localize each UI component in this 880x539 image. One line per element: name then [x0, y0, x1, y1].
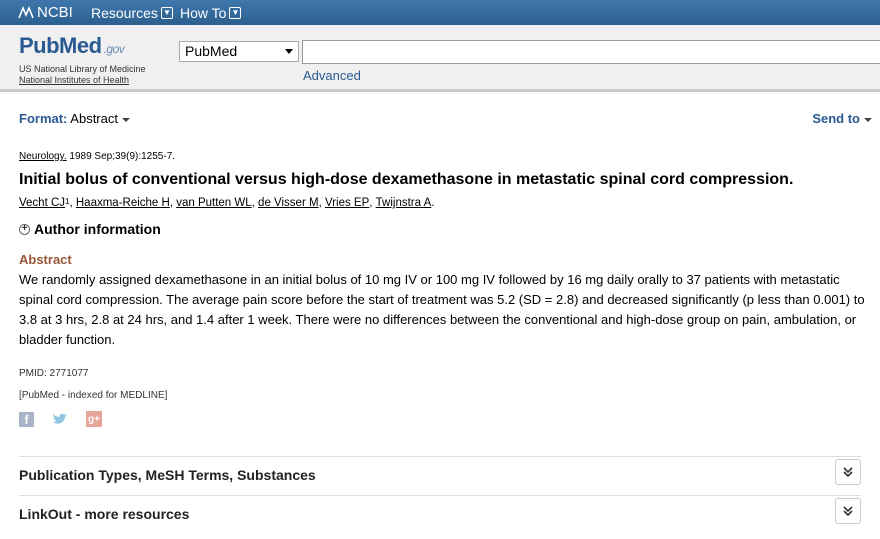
- facebook-glyph: f: [24, 412, 29, 427]
- author-list: Vecht CJ 1, Haaxma-Reiche H, van Putten W…: [19, 197, 435, 209]
- pubmed-logo-text: PubMed: [19, 33, 102, 58]
- chevron-down-icon: ▼: [229, 7, 242, 19]
- chevron-down-icon: ▼: [160, 7, 173, 19]
- expand-section-button[interactable]: [835, 498, 861, 524]
- nih-link[interactable]: National Institutes of Health: [19, 75, 146, 86]
- author-information-toggle[interactable]: + Author information: [19, 221, 161, 237]
- format-selector[interactable]: Format: Abstract: [19, 111, 130, 126]
- double-chevron-down-icon: [843, 506, 853, 517]
- nlm-subtitle: US National Library of Medicine National…: [19, 64, 146, 86]
- send-to-label: Send to: [812, 111, 860, 126]
- expand-section-button[interactable]: [835, 459, 861, 485]
- caret-down-icon: [864, 117, 872, 122]
- facebook-icon[interactable]: f: [19, 411, 34, 427]
- article-title: Initial bolus of conventional versus hig…: [19, 171, 794, 188]
- format-value: Abstract: [70, 111, 118, 126]
- search-input[interactable]: [302, 40, 880, 64]
- pubmed-logo-suffix: .gov: [103, 42, 125, 56]
- linkout-section[interactable]: LinkOut - more resources: [19, 495, 861, 534]
- database-select[interactable]: PubMed: [179, 41, 299, 62]
- twitter-icon[interactable]: [52, 412, 68, 427]
- author-link[interactable]: Vecht CJ: [19, 197, 65, 209]
- ncbi-top-bar: NCBI Resources ▼ How To ▼: [0, 0, 880, 25]
- google-plus-icon[interactable]: g+: [86, 411, 102, 427]
- author-information-label: Author information: [34, 221, 161, 237]
- double-chevron-down-icon: [843, 467, 853, 478]
- google-plus-glyph: g+: [88, 413, 100, 425]
- advanced-search-link[interactable]: Advanced: [303, 68, 361, 83]
- indexing-status: [PubMed - indexed for MEDLINE]: [19, 390, 168, 401]
- database-select-value: PubMed: [185, 43, 238, 59]
- social-share: f g+: [19, 411, 102, 427]
- author-link[interactable]: de Visser M: [258, 197, 319, 209]
- ncbi-logo-icon: [18, 5, 34, 18]
- nav-resources[interactable]: Resources ▼: [91, 5, 173, 21]
- expand-plus-icon: +: [19, 223, 30, 235]
- author-link[interactable]: van Putten WL: [176, 197, 251, 209]
- search-header: PubMed .gov US National Library of Medici…: [0, 25, 880, 92]
- nav-how-to-label: How To: [180, 5, 227, 21]
- journal-link[interactable]: Neurology.: [19, 151, 67, 162]
- send-to-menu[interactable]: Send to: [812, 111, 872, 126]
- caret-down-icon: [121, 117, 130, 122]
- citation-details: 1989 Sep;39(9):1255-7.: [66, 151, 176, 162]
- ncbi-logo-text: NCBI: [37, 4, 73, 21]
- author-link[interactable]: Twijnstra A: [376, 197, 432, 209]
- section-label: Publication Types, MeSH Terms, Substance…: [19, 467, 316, 483]
- nlm-line: US National Library of Medicine: [19, 64, 146, 74]
- pmid: PMID: 2771077: [19, 368, 89, 379]
- section-label: LinkOut - more resources: [19, 506, 190, 522]
- nav-resources-label: Resources: [91, 5, 158, 21]
- author-link[interactable]: Haaxma-Reiche H: [76, 197, 170, 209]
- abstract-text: We randomly assigned dexamethasone in an…: [19, 272, 865, 347]
- abstract-heading: Abstract: [19, 252, 72, 267]
- format-label: Format:: [19, 111, 68, 126]
- nav-how-to[interactable]: How To ▼: [180, 5, 242, 21]
- dropdown-arrow-icon: [285, 49, 293, 54]
- publication-types-section[interactable]: Publication Types, MeSH Terms, Substance…: [19, 456, 861, 495]
- citation: Neurology. 1989 Sep;39(9):1255-7.: [19, 151, 175, 162]
- ncbi-logo[interactable]: NCBI: [18, 4, 73, 21]
- author-link[interactable]: Vries EP: [325, 197, 369, 209]
- pubmed-logo[interactable]: PubMed .gov: [19, 33, 125, 59]
